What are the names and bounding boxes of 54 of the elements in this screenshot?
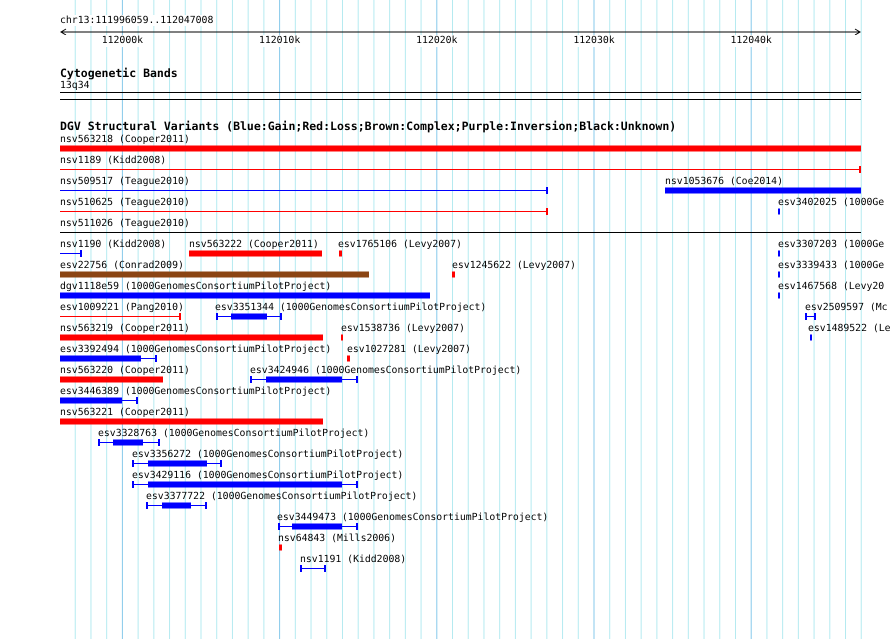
variant-label[interactable]: nsv509517 (Teague2010) (60, 176, 190, 187)
variant-bar (300, 565, 326, 572)
variant-label[interactable]: esv1538736 (Levy2007) (341, 323, 465, 334)
variant-bar (60, 250, 82, 257)
variant-label[interactable]: esv3392494 (1000GenomesConsortiumPilotProject) (60, 344, 332, 355)
ruler-tick-label: 112010k (258, 35, 300, 47)
track-title: Cytogenetic Bands (60, 66, 178, 80)
variant-label[interactable]: nsv563221 (Cooper2011) (60, 407, 190, 418)
variant-label[interactable]: nsv1053676 (Coe2014) (665, 176, 783, 187)
ruler-tick-label: 112030k (573, 35, 615, 47)
variant-bar (452, 271, 455, 278)
variant-label[interactable]: esv3446389 (1000GenomesConsortiumPilotProject) (60, 386, 332, 397)
variant-bar (98, 439, 160, 446)
ruler-tick-label: 112040k (730, 35, 772, 47)
variant-label[interactable]: nsv1190 (Kidd2008) (60, 239, 166, 250)
ruler-tick-label: 112020k (416, 35, 458, 47)
variant-label[interactable]: nsv510625 (Teague2010) (60, 197, 190, 208)
variant-label[interactable]: esv3402025 (1000Ge (778, 197, 884, 208)
variant-label[interactable]: esv3307203 (1000Ge (778, 239, 884, 250)
variant-bar (216, 313, 282, 320)
variant-label[interactable]: nsv1189 (Kidd2008) (60, 155, 166, 166)
variant-label[interactable]: esv3429116 (1000GenomesConsortiumPilotProject) (132, 470, 404, 481)
variant-label[interactable]: esv3449473 (1000GenomesConsortiumPilotProject) (277, 512, 548, 523)
variant-label[interactable]: esv3424946 (1000GenomesConsortiumPilotProject) (250, 365, 522, 376)
variant-label[interactable]: esv3377722 (1000GenomesConsortiumPilotProject) (146, 491, 418, 502)
variant-bar (805, 313, 816, 320)
variant-label[interactable]: esv3328763 (1000GenomesConsortiumPilotProject) (98, 428, 370, 439)
variant-label[interactable]: nsv563220 (Cooper2011) (60, 365, 190, 376)
variant-label[interactable]: esv1009221 (Pang2010) (60, 302, 184, 313)
variant-label[interactable]: nsv1191 (Kidd2008) (300, 554, 406, 565)
variant-label[interactable]: dgv1118e59 (1000GenomesConsortiumPilotProject) (60, 281, 332, 292)
variant-label[interactable]: esv3351344 (1000GenomesConsortiumPilotProject) (215, 302, 486, 313)
variant-label[interactable]: esv1467568 (Levy20 (778, 281, 884, 292)
variant-bar (279, 544, 282, 551)
variant-label[interactable]: esv1245622 (Levy2007) (452, 260, 576, 271)
variant-bar (146, 502, 207, 509)
variant-label[interactable]: esv1027281 (Levy2007) (347, 344, 471, 355)
variant-label[interactable]: esv3356272 (1000GenomesConsortiumPilotProject) (132, 449, 404, 460)
variant-bar (339, 250, 342, 257)
band-label: 13q34 (60, 80, 90, 91)
location-label: chr13:111996059..112047008 (60, 15, 214, 26)
variant-label[interactable]: nsv563219 (Cooper2011) (60, 323, 190, 334)
ruler-tick-label: 112000k (102, 35, 144, 47)
variant-label[interactable]: nsv563222 (Cooper2011) (189, 239, 319, 250)
variant-label[interactable]: esv3339433 (1000Ge (778, 260, 884, 271)
variant-label[interactable]: nsv511026 (Teague2010) (60, 218, 190, 229)
variant-bar (347, 355, 350, 362)
variant-label[interactable]: nsv563218 (Cooper2011) (60, 134, 190, 145)
variant-label[interactable]: esv1765106 (Levy2007) (338, 239, 462, 250)
variant-label[interactable]: esv2509597 (Mc (805, 302, 888, 313)
variant-label[interactable]: esv1489522 (Le (808, 323, 890, 334)
variant-label[interactable]: nsv64843 (Mills2006) (278, 533, 396, 544)
variant-label[interactable]: esv22756 (Conrad2009) (60, 260, 184, 271)
track-title: DGV Structural Variants (Blue:Gain;Red:Loss;Brown:Complex;Purple:Inversion;Black:Unknown) (60, 119, 676, 133)
